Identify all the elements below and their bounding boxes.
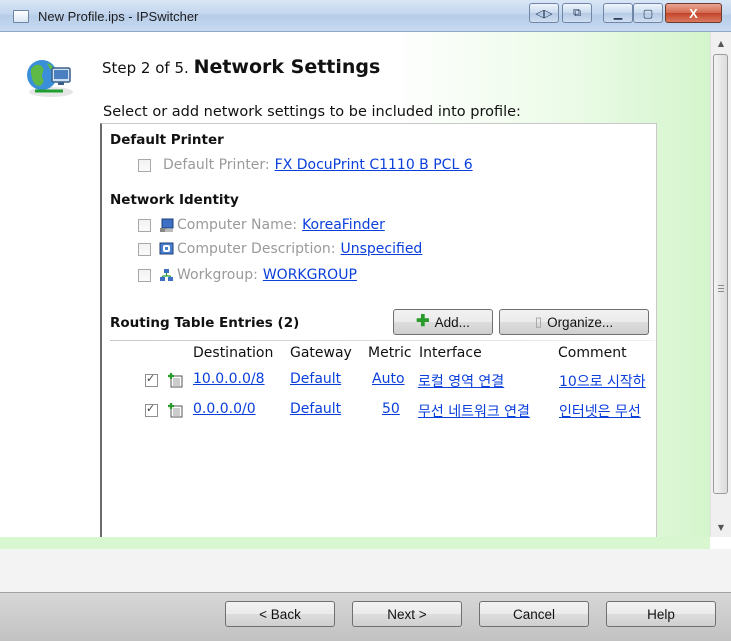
workgroup-label: Workgroup: [177,267,258,283]
add-route-button[interactable]: ✚ Add... [393,309,493,335]
description-icon [159,242,174,254]
grip-icon [718,285,724,292]
organize-label: Organize... [547,314,614,330]
workgroup-icon [160,268,173,281]
route-comment[interactable]: 10으로 시작하 [559,371,646,391]
workgroup-row: Workgroup: WORKGROUP [138,265,357,285]
col-destination: Destination [193,345,274,361]
wizard-body-bottom [0,537,710,549]
route-destination[interactable]: 10.0.0.0/8 [193,371,265,387]
computer-description-checkbox[interactable] [138,242,151,256]
step-counter: Step 2 of 5. [102,59,189,77]
col-metric: Metric [368,345,412,361]
col-comment: Comment [558,345,627,361]
step-title: Network Settings [193,56,381,78]
route-entry-icon [168,373,183,388]
cancel-button[interactable]: Cancel [479,601,589,627]
title-bar: New Profile.ips - IPSwitcher ◁▷ ⧉ ▁ ▢ X [0,0,731,32]
workgroup-link[interactable]: WORKGROUP [263,267,357,283]
computer-description-row: Computer Description: Unspecified [138,239,422,259]
route-checkbox[interactable] [145,372,158,387]
scroll-down-icon[interactable]: ▼ [711,518,731,536]
minimize-button[interactable]: ▁ [603,3,633,23]
section-default-printer: Default Printer [110,132,224,148]
wizard-spacer [0,549,731,593]
route-gateway[interactable]: Default [290,401,341,417]
add-route-label: Add... [434,314,470,330]
organize-doc-icon: ▯ [534,314,543,329]
route-interface[interactable]: 무선 네트워크 연결 [418,401,530,421]
copy-window-icon[interactable]: ⧉ [562,3,592,23]
scroll-up-icon[interactable]: ▲ [711,34,731,52]
default-printer-label: Default Printer: [163,157,270,173]
computer-name-row: Computer Name: KoreaFinder [138,215,385,235]
route-destination[interactable]: 0.0.0.0/0 [193,401,256,417]
help-button[interactable]: Help [606,601,716,627]
route-gateway[interactable]: Default [290,371,341,387]
step-subtitle: Select or add network settings to be inc… [103,104,521,120]
route-metric[interactable]: 50 [382,401,400,417]
organize-button[interactable]: ▯ Organize... [499,309,649,335]
routing-divider [110,340,655,341]
back-button[interactable]: < Back [225,601,335,627]
computer-description-label: Computer Description: [177,241,336,257]
col-interface: Interface [419,345,482,361]
app-window-icon [13,10,29,23]
route-checkbox[interactable] [145,402,158,417]
route-comment[interactable]: 인터넷은 무선 [559,401,641,421]
computer-icon [160,218,174,232]
maximize-button[interactable]: ▢ [633,3,663,23]
computer-name-checkbox[interactable] [138,218,151,232]
step-heading: Step 2 of 5. Network Settings [102,56,380,78]
route-interface[interactable]: 로컬 영역 연결 [418,371,504,391]
tray-arrows-icon[interactable]: ◁▷ [529,3,559,23]
scroll-thumb[interactable] [713,54,728,494]
section-network-identity: Network Identity [110,192,239,208]
next-button[interactable]: Next > [352,601,462,627]
network-globe-icon [27,60,73,97]
close-button[interactable]: X [665,3,722,23]
route-entry-icon [168,403,183,418]
add-plus-icon: ✚ [416,313,430,330]
computer-description-link[interactable]: Unspecified [341,241,423,257]
default-printer-row: Default Printer: FX DocuPrint C1110 B PC… [138,155,473,175]
col-gateway: Gateway [290,345,352,361]
computer-name-label: Computer Name: [177,217,298,233]
computer-name-link[interactable]: KoreaFinder [302,217,385,233]
default-printer-link[interactable]: FX DocuPrint C1110 B PCL 6 [275,157,473,173]
route-metric[interactable]: Auto [372,371,405,387]
workgroup-checkbox[interactable] [138,268,151,282]
section-routing: Routing Table Entries (2) [110,315,300,331]
default-printer-checkbox[interactable] [138,158,151,172]
vertical-scrollbar[interactable]: ▲ ▼ [710,32,731,537]
window-title: New Profile.ips - IPSwitcher [38,9,199,24]
